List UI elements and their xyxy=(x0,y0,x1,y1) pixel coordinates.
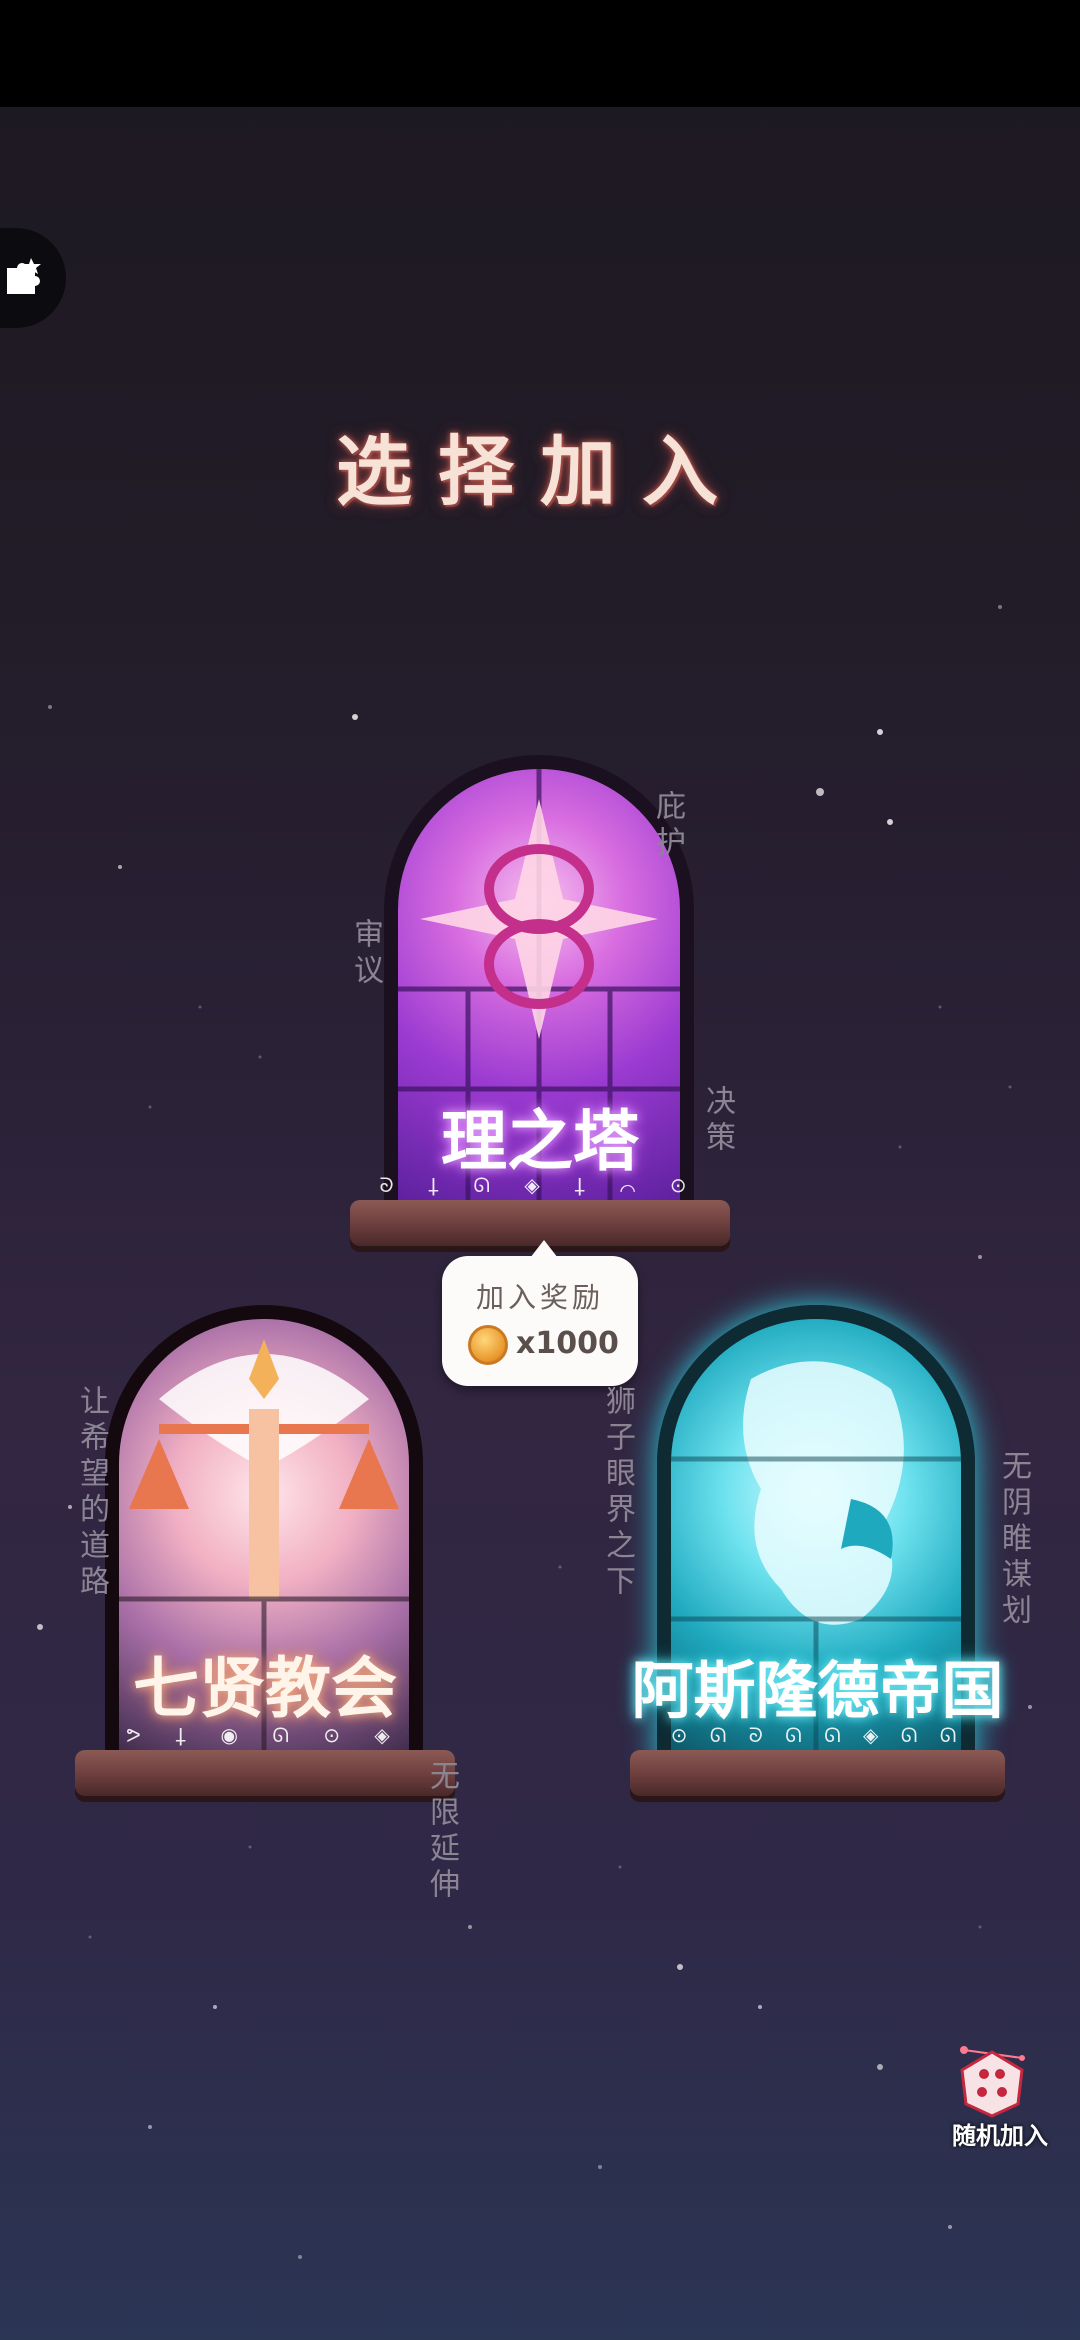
faction-runes: ᘐ ⸸ ᘏ ◈ ⸸ ⌒ ⊙ xyxy=(379,1173,701,1197)
reward-amount: x1000 xyxy=(516,1326,619,1361)
faction-tag: 庇护 xyxy=(650,790,685,862)
random-join-button[interactable]: 随机加入 xyxy=(940,2040,1060,2150)
reward-label: 加入奖励 xyxy=(475,1281,604,1314)
faction-name: 阿斯隆德帝国 xyxy=(631,1654,1004,1727)
faction-tag: 审议 xyxy=(348,918,383,990)
status-bar xyxy=(0,0,1080,107)
faction-card-seven-sages-church[interactable]: 七贤教会 ᕗ ⸸ ◉ ᘏ ⊙ ◈ xyxy=(75,1305,455,1810)
faction-runes: ⊙ ᘏ ᘐ ᘏ ᘏ ◈ ᘏ ᘏ xyxy=(670,1723,965,1747)
join-reward-bubble: 加入奖励 x1000 xyxy=(442,1240,638,1386)
faction-name: 理之塔 xyxy=(441,1103,639,1180)
coin-icon xyxy=(468,1325,508,1365)
faction-tag: 狮子眼界之下 xyxy=(600,1385,635,1601)
window-shelf xyxy=(630,1750,1005,1796)
faction-tag: 无限延伸 xyxy=(424,1760,459,1904)
faction-tag: 让希望的道路 xyxy=(74,1385,109,1601)
faction-tag: 决策 xyxy=(700,1085,735,1157)
random-join-label: 随机加入 xyxy=(952,2122,1048,2150)
page-title: 选择加入 xyxy=(336,427,744,516)
faction-card-aslund-empire[interactable]: 阿斯隆德帝国 ⊙ ᘏ ᘐ ᘏ ᘏ ◈ ᘏ ᘏ xyxy=(625,1305,1010,1810)
window-shelf xyxy=(75,1750,455,1796)
faction-tag: 无阴睢谋划 xyxy=(996,1450,1031,1630)
dice-icon xyxy=(952,2040,1032,2124)
puzzle-icon xyxy=(1,254,45,302)
faction-runes: ᕗ ⸸ ◉ ᘏ ⊙ ◈ xyxy=(126,1723,404,1747)
faction-name: 七贤教会 xyxy=(133,1650,397,1727)
